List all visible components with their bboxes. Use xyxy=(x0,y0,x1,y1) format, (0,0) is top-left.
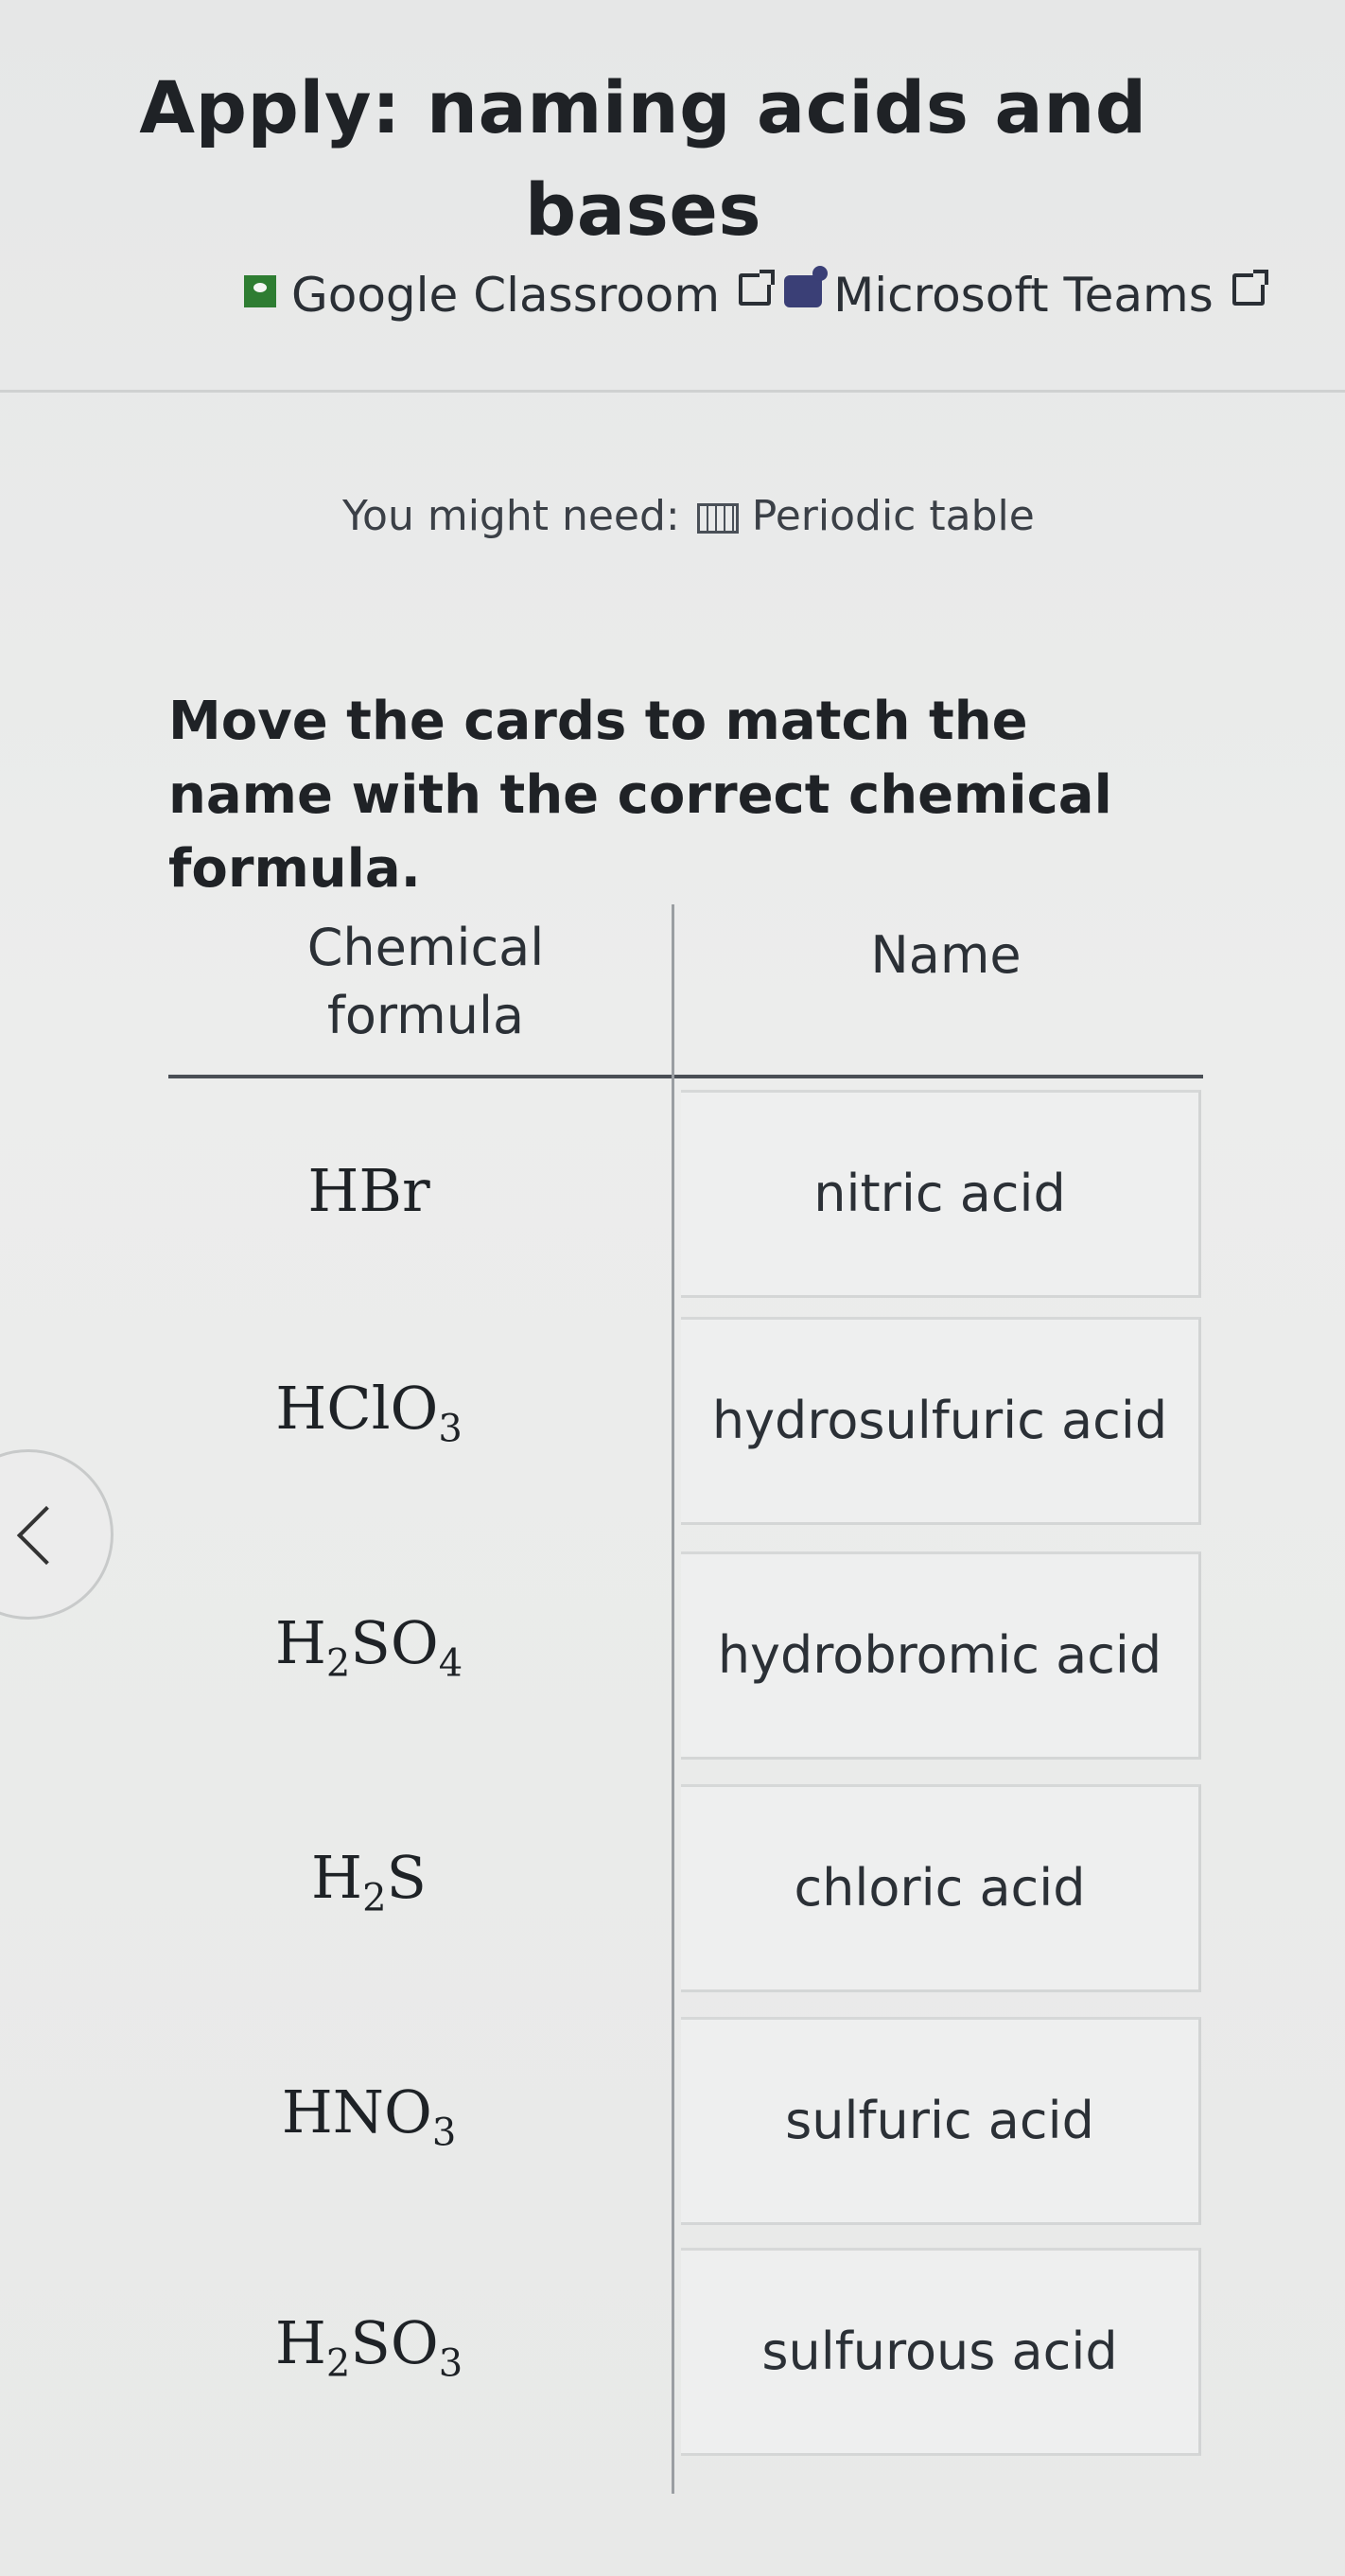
divider xyxy=(0,390,1345,393)
formula-cell: HNO3 xyxy=(189,2077,549,2154)
formula-cell: HBr xyxy=(189,1156,549,1225)
draggable-name-card[interactable]: nitric acid xyxy=(681,1090,1201,1298)
formula-subscript: 2 xyxy=(362,1876,387,1920)
column-header-formula: Chemical formula xyxy=(306,918,545,1045)
formula-text: H xyxy=(274,2308,326,2377)
formula-subscript: 4 xyxy=(438,1641,463,1686)
page-title: Apply: naming acids and bases xyxy=(139,65,1147,252)
formula-text: H xyxy=(310,1843,363,1912)
formula-text: HBr xyxy=(307,1156,430,1225)
formula-subscript: 3 xyxy=(431,2111,457,2155)
formula-text: S xyxy=(386,1843,427,1912)
formula-subscript: 2 xyxy=(325,1641,351,1686)
microsoft-teams-icon xyxy=(784,266,829,307)
formula-text: H xyxy=(274,1608,326,1677)
resources-prefix: You might need: xyxy=(342,492,680,540)
formula-cell: H2SO4 xyxy=(189,1608,549,1685)
draggable-name-card[interactable]: sulfuric acid xyxy=(681,2017,1201,2225)
microsoft-teams-link[interactable]: Microsoft Teams xyxy=(833,268,1214,323)
formula-text: SO xyxy=(350,1608,439,1677)
formula-subscript: 2 xyxy=(325,2341,351,2386)
periodic-table-link[interactable]: Periodic table xyxy=(752,492,1035,540)
instruction-text: Move the cards to match the name with th… xyxy=(168,691,1112,900)
draggable-name-card[interactable]: sulfurous acid xyxy=(681,2248,1201,2456)
resources-row: You might need: Periodic table xyxy=(342,492,1035,540)
previous-button[interactable] xyxy=(0,1449,114,1620)
column-header-name: Name xyxy=(870,925,1022,985)
chevron-left-icon xyxy=(16,1505,77,1566)
formula-cell: HClO3 xyxy=(189,1374,549,1450)
table-header-rule xyxy=(168,1075,1203,1078)
google-classroom-link[interactable]: Google Classroom xyxy=(291,268,720,323)
formula-subscript: 3 xyxy=(438,2341,463,2386)
external-link-icon xyxy=(1231,270,1268,306)
draggable-name-card[interactable]: chloric acid xyxy=(681,1784,1201,1992)
draggable-name-card[interactable]: hydrosulfuric acid xyxy=(681,1317,1201,1525)
periodic-table-icon xyxy=(696,502,739,534)
formula-cell: H2SO3 xyxy=(189,2308,549,2385)
formula-text: SO xyxy=(350,2308,439,2377)
formula-text: HNO xyxy=(281,2077,432,2147)
google-classroom-icon xyxy=(244,275,276,307)
formula-subscript: 3 xyxy=(438,1407,463,1451)
table-column-divider xyxy=(672,904,674,2494)
draggable-name-card[interactable]: hydrobromic acid xyxy=(681,1551,1201,1760)
formula-cell: H2S xyxy=(189,1843,549,1919)
share-row: Google Classroom Microsoft Teams xyxy=(244,257,1268,333)
formula-text: HClO xyxy=(275,1374,439,1443)
external-link-icon xyxy=(739,270,776,306)
exercise-page: Apply: naming acids and bases Google Cla… xyxy=(0,0,1345,2576)
